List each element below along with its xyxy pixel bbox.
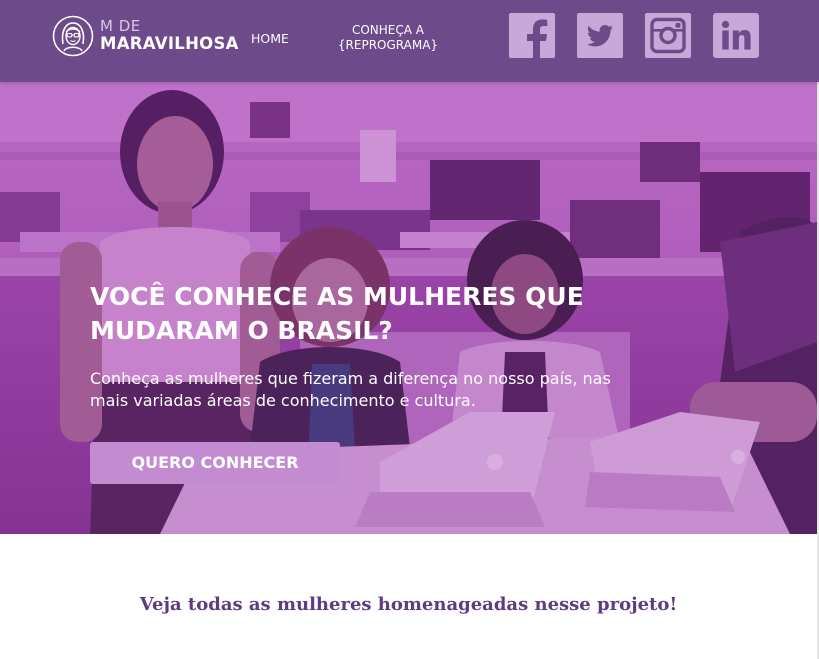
facebook-link[interactable] — [509, 13, 555, 58]
hero-title: VOCÊ CONHECE AS MULHERES QUE MUDARAM O B… — [90, 280, 730, 348]
nav-link-conheca-reprograma[interactable]: CONHEÇA A {REPROGRAMA} — [336, 23, 440, 53]
hero-subtitle-line1: Conheça as mulheres que fizeram a difere… — [90, 369, 611, 388]
instagram-icon — [645, 13, 691, 58]
instagram-link[interactable] — [645, 13, 691, 58]
site-logo[interactable]: M DE MARAVILHOSA — [52, 14, 242, 60]
nav-link-conheca-line2: {REPROGRAMA} — [337, 38, 439, 52]
logo-text-small: M DE — [100, 17, 141, 35]
linkedin-link[interactable] — [713, 13, 759, 58]
hero-banner: VOCÊ CONHECE AS MULHERES QUE MUDARAM O B… — [0, 82, 817, 534]
hero-title-line2: MUDARAM O BRASIL? — [90, 316, 393, 345]
facebook-icon — [509, 13, 555, 58]
hero-title-line1: VOCÊ CONHECE AS MULHERES QUE — [90, 282, 584, 311]
twitter-link[interactable] — [577, 13, 623, 58]
nav-link-home[interactable]: HOME — [251, 31, 289, 46]
site-header: M DE MARAVILHOSA HOME CONHEÇA A {REPROGR… — [0, 0, 819, 82]
logo-text-big: MARAVILHOSA — [100, 34, 239, 53]
hero-subtitle-line2: mais variadas áreas de conhecimento e cu… — [90, 391, 476, 410]
section-title: Veja todas as mulheres homenageadas ness… — [139, 594, 678, 615]
linkedin-icon — [713, 13, 759, 58]
woman-face-logo-icon — [52, 15, 94, 57]
quero-conhecer-button[interactable]: QUERO CONHECER — [90, 442, 340, 484]
hero-subtitle: Conheça as mulheres que fizeram a difere… — [90, 368, 730, 412]
nav-link-conheca-line1: CONHEÇA A — [351, 23, 425, 37]
twitter-icon — [577, 13, 623, 58]
